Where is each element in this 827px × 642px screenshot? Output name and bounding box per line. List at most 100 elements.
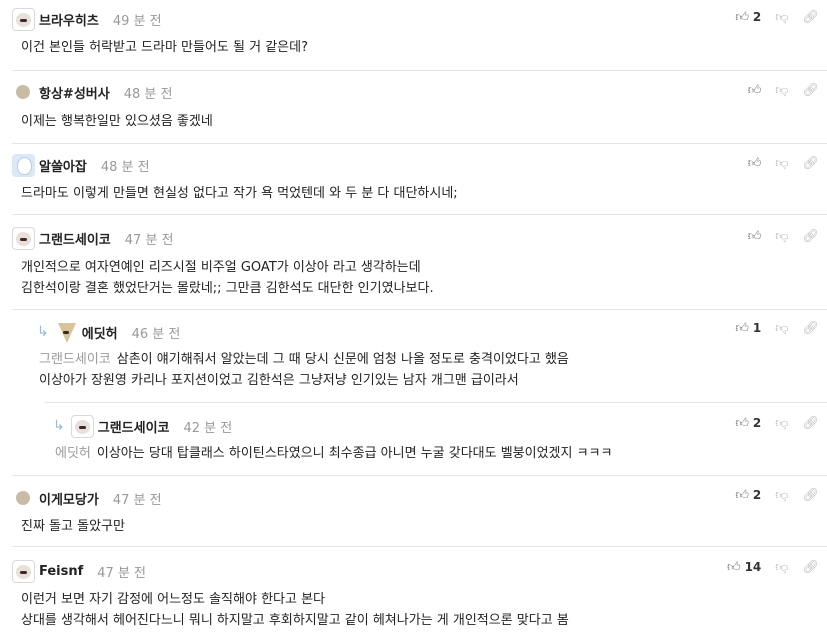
reply-arrow-icon: ↳	[53, 418, 65, 434]
thumbs-up-icon: 👍︎	[747, 155, 762, 171]
link-icon[interactable]: 🔗︎	[802, 84, 819, 97]
comment-author[interactable]: 그랜드세이코	[98, 417, 170, 436]
comment-author[interactable]: 브라우히츠	[39, 10, 99, 29]
comment-item: 알쓸아잡 48 분 전 드라마도 이렇게 만들면 현실성 없다고 작가 욕 먹었…	[12, 144, 827, 214]
comment-header: ↳ 그랜드세이코 42 분 전	[53, 414, 232, 438]
reply-mention[interactable]: 그랜드세이코	[39, 352, 111, 367]
link-icon[interactable]: 🔗︎	[802, 561, 819, 574]
avatar[interactable]	[12, 7, 35, 31]
dislike-button[interactable]: 👎︎	[775, 84, 788, 97]
comment-time: 46 분 전	[131, 326, 181, 342]
dislike-button[interactable]: 👎︎	[775, 489, 788, 502]
reply-mention[interactable]: 에딧허	[55, 446, 91, 461]
like-count: 2	[752, 416, 762, 430]
dislike-button[interactable]: 👎︎	[775, 157, 788, 170]
avatar[interactable]	[16, 85, 30, 99]
comment-author[interactable]: 이게모당가	[39, 489, 99, 508]
avatar[interactable]	[70, 414, 94, 438]
comment-time: 49 분 전	[112, 13, 162, 29]
comment-header: 이게모당가 47 분 전	[12, 486, 162, 510]
comment-body: 이건 본인들 허락받고 드라마 만들어도 될 거 같은데?	[21, 37, 308, 58]
thumbs-up-icon: 👍︎	[735, 415, 749, 431]
avatar[interactable]	[12, 559, 35, 583]
like-count: 14	[744, 560, 762, 574]
comment-author[interactable]: 알쓸아잡	[39, 156, 87, 175]
link-icon[interactable]: 🔗︎	[802, 417, 819, 430]
avatar[interactable]	[12, 153, 35, 177]
comment-header: 알쓸아잡 48 분 전	[12, 153, 150, 177]
dislike-button[interactable]: 👎︎	[775, 561, 788, 574]
like-button[interactable]: 👍︎	[748, 230, 762, 243]
link-icon[interactable]: 🔗︎	[802, 489, 819, 502]
comment-author[interactable]: Feisnf	[39, 564, 83, 579]
comment-author[interactable]: 그랜드세이코	[39, 229, 111, 248]
comment-actions: 👍︎ 2 👎︎ 🔗︎	[735, 411, 819, 435]
comment-header: Feisnf 47 분 전	[12, 559, 146, 583]
like-button[interactable]: 👍︎ 2	[735, 10, 761, 24]
comment-body: 에딧허 이상아는 당대 탑클래스 하이틴스타였으니 최수종급 아니면 누굴 갖다대…	[55, 443, 612, 464]
reply-item: ↳ 그랜드세이코 42 분 전 에딧허 이상아는 당대 탑클래스 하이틴스타였으니…	[12, 403, 827, 475]
comment-line: 이건 본인들 허락받고 드라마 만들어도 될 거 같은데?	[21, 40, 308, 55]
thumbs-up-icon: 👍︎	[735, 9, 749, 25]
comment-actions: 👍︎ 2 👎︎ 🔗︎	[735, 483, 819, 507]
like-count: 2	[752, 488, 762, 502]
comment-header: 브라우히츠 49 분 전	[12, 7, 162, 31]
dislike-button[interactable]: 👎︎	[775, 11, 788, 24]
comment-item: 이게모당가 47 분 전 진짜 돌고 돌았구만 👍︎ 2 👎︎ 🔗︎	[12, 476, 827, 546]
reply-item: ↳ 에딧허 46 분 전 그랜드세이코 삼촌이 얘기해줘서 알았는데 그 때 당시…	[12, 310, 827, 402]
link-icon[interactable]: 🔗︎	[802, 322, 819, 335]
like-button[interactable]: 👍︎	[748, 157, 762, 170]
comment-item: 항상#성버사 48 분 전 이제는 행복한일만 있으셨음 좋겠네 👍︎ 👎︎ 🔗…	[12, 71, 827, 143]
comment-body: 개인적으로 여자연예인 리즈시절 비주얼 GOAT가 이상아 라고 생각하는데 …	[21, 257, 434, 299]
comment-header: ↳ 에딧허 46 분 전	[37, 320, 180, 344]
comment-body: 그랜드세이코 삼촌이 얘기해줘서 알았는데 그 때 당시 신문에 엄청 나올 정도…	[39, 349, 569, 391]
comment-actions: 👍︎ 👎︎ 🔗︎	[748, 151, 819, 175]
reply-arrow-icon: ↳	[37, 324, 49, 340]
thumbs-up-icon: 👍︎	[726, 559, 741, 575]
like-button[interactable]: 👍︎ 14	[727, 560, 761, 574]
like-count: 2	[752, 10, 762, 24]
comment-body: 이제는 행복한일만 있으셨음 좋겠네	[21, 111, 213, 132]
comment-line: 드라마도 이렇게 만들면 현실성 없다고 작가 욕 먹었텐데 와 두 분 다 대…	[21, 186, 458, 201]
like-button[interactable]: 👍︎ 1	[735, 321, 761, 335]
like-count: 1	[752, 321, 762, 335]
link-icon[interactable]: 🔗︎	[802, 230, 819, 243]
comment-line: 진짜 돌고 돌았구만	[21, 519, 125, 534]
comment-line: 삼촌이 얘기해줘서 알았는데 그 때 당시 신문에 엄청 나올 정도로 충격이었…	[116, 352, 569, 367]
comment-time: 47 분 전	[97, 565, 147, 581]
comment-actions: 👍︎ 👎︎ 🔗︎	[748, 78, 819, 102]
like-button[interactable]: 👍︎ 2	[735, 488, 761, 502]
comment-line: 이런거 보면 자기 감정에 어느정도 솔직해야 한다고 본다	[21, 592, 326, 607]
comment-actions: 👍︎ 2 👎︎ 🔗︎	[735, 5, 819, 29]
comment-author[interactable]: 항상#성버사	[39, 83, 110, 102]
comment-line: 이상아는 당대 탑클래스 하이틴스타였으니 최수종급 아니면 누굴 갖다대도 벨…	[96, 446, 613, 461]
comment-author[interactable]: 에딧허	[82, 323, 118, 342]
comment-line: 상대를 생각해서 헤어진다느니 뭐니 하지말고 후회하지말고 같이 헤쳐나가는 …	[21, 613, 569, 628]
comment-line: 이상아가 장원영 카리나 포지션이었고 김한석은 그냥저냥 인기있는 남자 개그…	[39, 373, 519, 388]
comment-body: 드라마도 이렇게 만들면 현실성 없다고 작가 욕 먹었텐데 와 두 분 다 대…	[21, 183, 458, 204]
avatar[interactable]	[16, 491, 30, 505]
dislike-button[interactable]: 👎︎	[775, 230, 788, 243]
comment-item: Feisnf 47 분 전 이런거 보면 자기 감정에 어느정도 솔직해야 한다…	[12, 547, 827, 642]
comment-item: 브라우히츠 49 분 전 이건 본인들 허락받고 드라마 만들어도 될 거 같은…	[12, 0, 827, 70]
comment-time: 48 분 전	[100, 159, 150, 175]
comment-line: 개인적으로 여자연예인 리즈시절 비주얼 GOAT가 이상아 라고 생각하는데	[21, 260, 421, 275]
comment-actions: 👍︎ 👎︎ 🔗︎	[748, 224, 819, 248]
link-icon[interactable]: 🔗︎	[802, 157, 819, 170]
link-icon[interactable]: 🔗︎	[802, 11, 819, 24]
comment-header: 항상#성버사 48 분 전	[12, 80, 172, 104]
avatar[interactable]	[54, 320, 78, 344]
comment-time: 47 분 전	[124, 232, 174, 248]
comment-header: 그랜드세이코 47 분 전	[12, 226, 174, 250]
comment-line: 김한석이랑 결혼 했었단거는 몰랐네;; 그만큼 김한석도 대단한 인기였나보다…	[21, 281, 434, 296]
comment-actions: 👍︎ 1 👎︎ 🔗︎	[735, 316, 819, 340]
thumbs-up-icon: 👍︎	[735, 320, 749, 336]
like-button[interactable]: 👍︎	[748, 84, 762, 97]
dislike-button[interactable]: 👎︎	[775, 322, 788, 335]
avatar[interactable]	[12, 226, 35, 250]
like-button[interactable]: 👍︎ 2	[735, 416, 761, 430]
dislike-button[interactable]: 👎︎	[775, 417, 788, 430]
comment-item: 그랜드세이코 47 분 전 개인적으로 여자연예인 리즈시절 비주얼 GOAT가…	[12, 215, 827, 309]
comment-time: 47 분 전	[112, 492, 162, 508]
comment-time: 48 분 전	[123, 86, 173, 102]
